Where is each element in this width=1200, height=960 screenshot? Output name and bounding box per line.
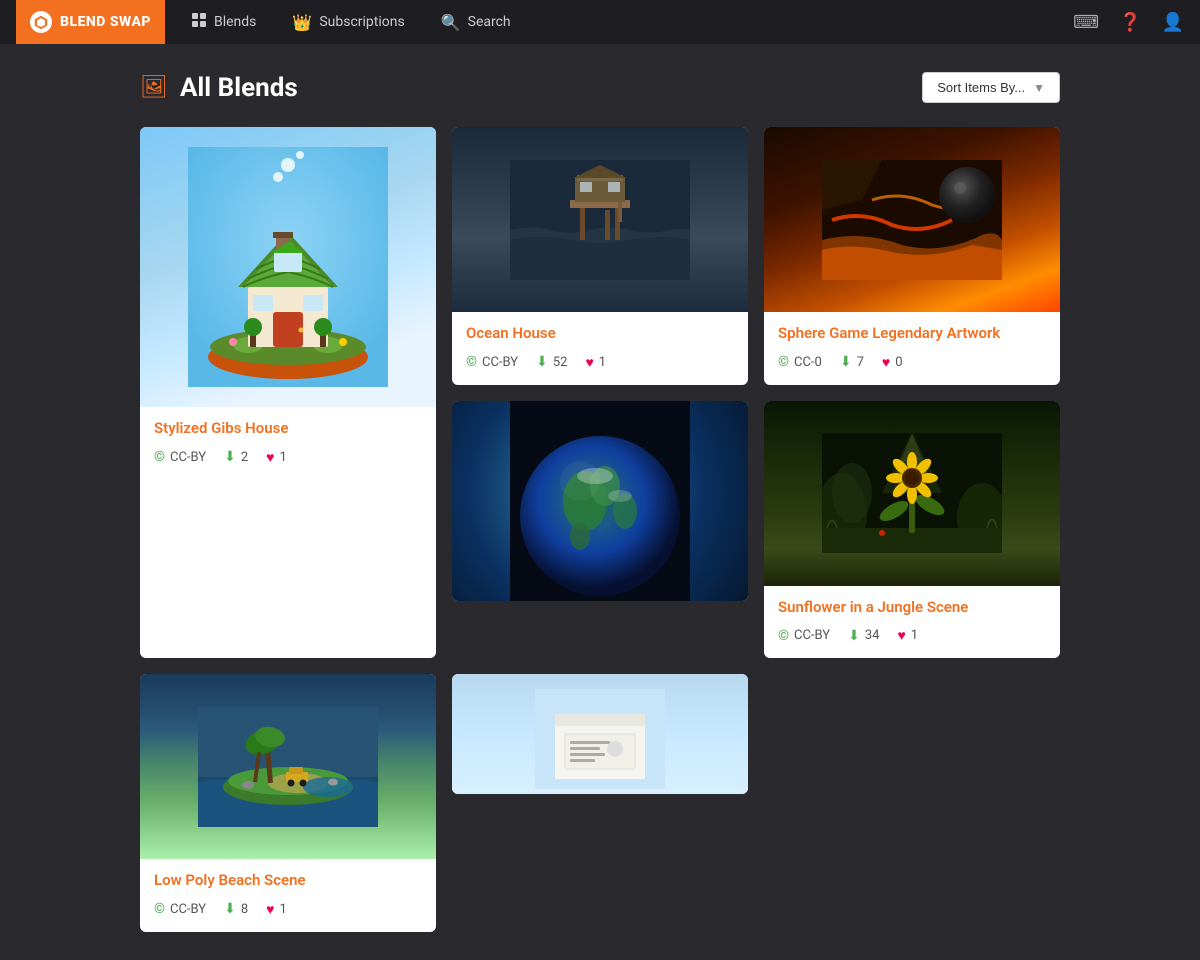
download-icon: ⬇ <box>224 449 236 465</box>
card-body-sunflower: Sunflower in a Jungle Scene © CC-BY ⬇ 34… <box>764 586 1060 659</box>
card-body-ocean: Ocean House © CC-BY ⬇ 52 ♥ 1 <box>452 312 748 385</box>
card-body-beach: Low Poly Beach Scene © CC-BY ⬇ 8 ♥ 1 <box>140 859 436 932</box>
download-icon-sunflower: ⬇ <box>848 628 860 644</box>
sort-label: Sort Items By... <box>937 80 1025 95</box>
page-title-icon: 🖼 <box>140 75 168 100</box>
card-image-box <box>452 674 748 794</box>
house-illustration <box>140 127 436 407</box>
download-icon-beach: ⬇ <box>224 901 236 917</box>
user-icon[interactable]: 👤 <box>1162 12 1184 33</box>
keyboard-icon[interactable]: ⌨ <box>1073 12 1099 33</box>
cc-icon-sunflower: © <box>778 628 789 644</box>
meta-likes-house: ♥ 1 <box>266 449 287 466</box>
card-title-sphere: Sphere Game Legendary Artwork <box>778 324 1046 344</box>
cc-icon-sphere: © <box>778 354 789 370</box>
card-title-sunflower: Sunflower in a Jungle Scene <box>778 598 1046 618</box>
heart-icon-sphere: ♥ <box>882 354 890 371</box>
meta-license-beach: © CC-BY <box>154 901 206 917</box>
subscriptions-icon: 👑 <box>292 13 312 32</box>
download-icon-sphere: ⬇ <box>840 354 852 370</box>
card-image-beach <box>140 674 436 859</box>
card-box[interactable] <box>452 674 748 794</box>
meta-license-ocean: © CC-BY <box>466 354 518 370</box>
page-title-wrap: 🖼 All Blends <box>140 73 298 103</box>
card-image-earth <box>452 401 748 601</box>
meta-likes-beach: ♥ 1 <box>266 901 287 918</box>
nav-subscriptions[interactable]: 👑 Subscriptions <box>274 0 422 44</box>
nav-blends[interactable]: Blends <box>173 0 274 44</box>
meta-downloads-beach: ⬇ 8 <box>224 901 248 917</box>
blends-icon <box>191 12 207 32</box>
cc-icon-beach: © <box>154 901 165 917</box>
meta-likes-sphere: ♥ 0 <box>882 354 903 371</box>
card-earth[interactable] <box>452 401 748 601</box>
subscriptions-label: Subscriptions <box>319 14 404 30</box>
meta-license-house: © CC-BY <box>154 449 206 465</box>
nav-right: ⌨ ❓ 👤 <box>1073 12 1184 33</box>
logo[interactable]: BLEND SWAP <box>16 0 165 44</box>
meta-likes-ocean: ♥ 1 <box>585 354 606 371</box>
card-body-house: Stylized Gibs House © CC-BY ⬇ 2 ♥ 1 <box>140 407 436 480</box>
cc-icon-ocean: © <box>466 354 477 370</box>
meta-downloads-house: ⬇ 2 <box>224 449 248 465</box>
meta-license-sphere: © CC-0 <box>778 354 822 370</box>
main-content: 🖼 All Blends Sort Items By... ▼ <box>0 44 1200 960</box>
page-header: 🖼 All Blends Sort Items By... ▼ <box>140 72 1060 103</box>
cc-icon: © <box>154 449 165 465</box>
cards-grid: Stylized Gibs House © CC-BY ⬇ 2 ♥ 1 <box>140 127 1060 932</box>
logo-text: BLEND SWAP <box>60 14 151 30</box>
card-meta-sphere: © CC-0 ⬇ 7 ♥ 0 <box>778 354 1046 371</box>
card-title-beach: Low Poly Beach Scene <box>154 871 422 891</box>
search-icon: 🔍 <box>441 13 461 32</box>
logo-icon <box>30 11 52 33</box>
card-title-ocean: Ocean House <box>466 324 734 344</box>
card-sphere-game[interactable]: Sphere Game Legendary Artwork © CC-0 ⬇ 7… <box>764 127 1060 385</box>
help-icon[interactable]: ❓ <box>1119 12 1141 33</box>
card-meta-house: © CC-BY ⬇ 2 ♥ 1 <box>154 449 422 466</box>
card-beach[interactable]: Low Poly Beach Scene © CC-BY ⬇ 8 ♥ 1 <box>140 674 436 932</box>
card-stylized-gibs-house[interactable]: Stylized Gibs House © CC-BY ⬇ 2 ♥ 1 <box>140 127 436 658</box>
search-label: Search <box>468 14 511 30</box>
download-icon-ocean: ⬇ <box>536 354 548 370</box>
sort-button[interactable]: Sort Items By... ▼ <box>922 72 1060 103</box>
card-image-sunflower <box>764 401 1060 586</box>
meta-downloads-sunflower: ⬇ 34 <box>848 628 879 644</box>
meta-downloads-sphere: ⬇ 7 <box>840 354 864 370</box>
sort-arrow-icon: ▼ <box>1033 81 1045 95</box>
heart-icon-sunflower: ♥ <box>897 627 905 644</box>
navbar: BLEND SWAP Blends 👑 Subscriptions 🔍 Sear… <box>0 0 1200 44</box>
card-image-ocean <box>452 127 748 312</box>
meta-downloads-ocean: ⬇ 52 <box>536 354 567 370</box>
card-image-house <box>140 127 436 407</box>
card-ocean-house[interactable]: Ocean House © CC-BY ⬇ 52 ♥ 1 <box>452 127 748 385</box>
nav-search[interactable]: 🔍 Search <box>423 0 529 44</box>
card-body-sphere: Sphere Game Legendary Artwork © CC-0 ⬇ 7… <box>764 312 1060 385</box>
card-title-house: Stylized Gibs House <box>154 419 422 439</box>
heart-icon-beach: ♥ <box>266 901 274 918</box>
blends-label: Blends <box>214 14 256 30</box>
card-meta-beach: © CC-BY ⬇ 8 ♥ 1 <box>154 901 422 918</box>
card-sunflower[interactable]: Sunflower in a Jungle Scene © CC-BY ⬇ 34… <box>764 401 1060 659</box>
meta-license-sunflower: © CC-BY <box>778 628 830 644</box>
card-image-lava <box>764 127 1060 312</box>
meta-likes-sunflower: ♥ 1 <box>897 627 918 644</box>
page-title: All Blends <box>180 73 298 103</box>
heart-icon: ♥ <box>266 449 274 466</box>
card-meta-sunflower: © CC-BY ⬇ 34 ♥ 1 <box>778 627 1046 644</box>
card-meta-ocean: © CC-BY ⬇ 52 ♥ 1 <box>466 354 734 371</box>
heart-icon-ocean: ♥ <box>585 354 593 371</box>
